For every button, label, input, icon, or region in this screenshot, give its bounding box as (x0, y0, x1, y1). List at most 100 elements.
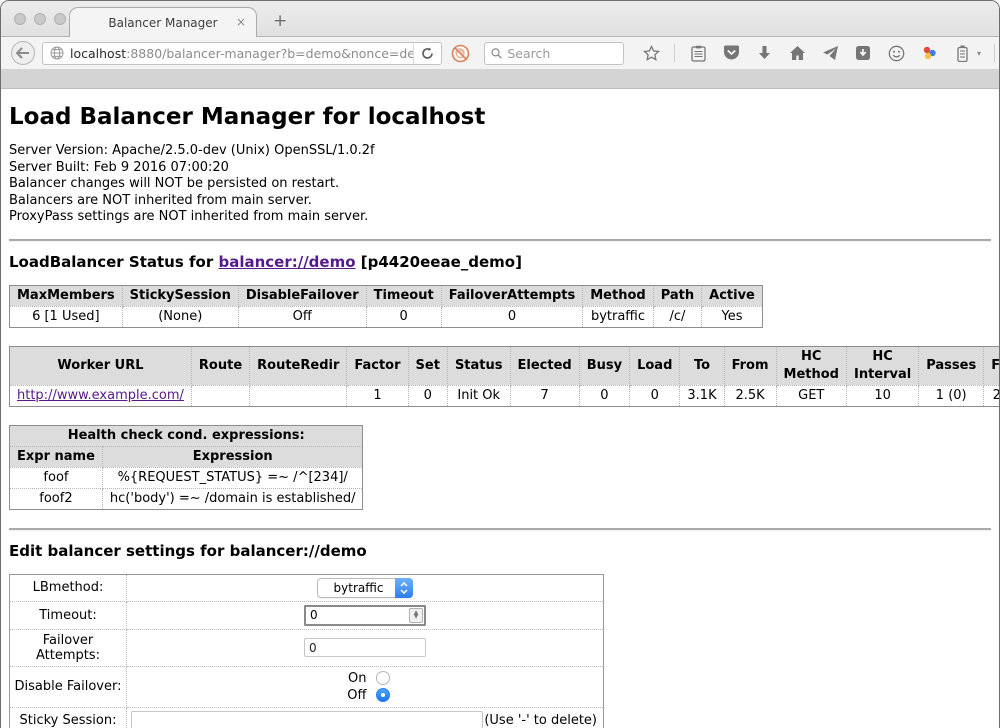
download-arrow-icon[interactable] (754, 43, 774, 63)
pocket-icon[interactable] (721, 43, 741, 63)
new-tab-button[interactable]: + (273, 13, 287, 30)
sticky-session-input[interactable] (131, 711, 483, 728)
col-elected: Elected (510, 346, 579, 385)
feedback-smiley-icon[interactable] (886, 43, 906, 63)
toolbar-divider (674, 44, 675, 62)
col-expr-name: Expr name (10, 446, 103, 467)
sticky-session-label: Sticky Session: (10, 707, 127, 728)
col-maxmembers: MaxMembers (10, 285, 123, 306)
cell-method: bytraffic (583, 306, 653, 327)
select-stepper-icon (395, 578, 413, 598)
page-content: Load Balancer Manager for localhost Serv… (1, 104, 999, 728)
battery-extension-icon[interactable] (952, 43, 972, 63)
reading-list-icon[interactable] (688, 43, 708, 63)
cell-fails: 2 (0) (984, 385, 1000, 406)
url-text: localhost:8880/balancer-manager?b=demo&n… (70, 46, 413, 61)
navigation-toolbar: localhost:8880/balancer-manager?b=demo&n… (1, 37, 999, 69)
disable-failover-label: Disable Failover: (10, 666, 127, 707)
cell-status: Init Ok (447, 385, 510, 406)
cell-factor: 1 (347, 385, 408, 406)
disable-failover-on-radio[interactable] (376, 671, 390, 685)
failover-attempts-input[interactable] (304, 638, 426, 657)
disable-failover-off-radio[interactable] (376, 688, 390, 702)
tab-title: Balancer Manager (108, 16, 217, 30)
form-row-failover-attempts: Failover Attempts: (10, 629, 604, 666)
col-load: Load (630, 346, 680, 385)
cell-busy: 0 (579, 385, 629, 406)
timeout-label: Timeout: (10, 601, 127, 629)
col-factor: Factor (347, 346, 408, 385)
col-fails: Fails (984, 346, 1000, 385)
table-header-row: Worker URL Route RouteRedir Factor Set S… (10, 346, 1000, 385)
back-button[interactable] (11, 41, 35, 65)
download-box-icon[interactable] (853, 43, 873, 63)
search-bar[interactable] (484, 42, 624, 65)
bookmark-star-icon[interactable] (641, 43, 661, 63)
url-path: :8880/balancer-manager?b=demo&nonce=decc… (126, 46, 413, 61)
send-icon[interactable] (820, 43, 840, 63)
cell-path: /c/ (653, 306, 701, 327)
col-route: Route (191, 346, 249, 385)
col-path: Path (653, 285, 701, 306)
tab-balancer-manager[interactable]: Balancer Manager × (69, 7, 257, 37)
cell-failoverattempts: 0 (441, 306, 583, 327)
table-row: foof2 hc('body') =~ /domain is establish… (10, 488, 363, 509)
col-disablefailover: DisableFailover (238, 285, 366, 306)
reload-button[interactable] (413, 43, 441, 64)
cell-route (191, 385, 249, 406)
col-expression: Expression (102, 446, 363, 467)
health-table-title: Health check cond. expressions: (10, 425, 363, 446)
colorful-extension-icon[interactable] (919, 43, 939, 63)
col-hc-method: HC Method (776, 346, 846, 385)
col-timeout: Timeout (366, 285, 441, 306)
browser-window: Balancer Manager × + localhost:8880/bala… (0, 0, 1000, 728)
server-built-line: Server Built: Feb 9 2016 07:00:20 (9, 160, 991, 177)
status-heading-suffix: [p4420eeae_demo] (356, 253, 522, 271)
radio-on-label: On (341, 671, 367, 686)
cell-hc-method: GET (776, 385, 846, 406)
lbmethod-select[interactable]: bytraffic (317, 578, 414, 598)
col-routeredir: RouteRedir (250, 346, 347, 385)
cell-passes: 1 (0) (919, 385, 984, 406)
toolbar-icon-row: ▾ (641, 43, 1000, 63)
url-bar[interactable]: localhost:8880/balancer-manager?b=demo&n… (42, 42, 442, 65)
col-active: Active (702, 285, 763, 306)
col-hc-interval: HC Interval (846, 346, 918, 385)
cell-disablefailover: Off (238, 306, 366, 327)
back-arrow-icon (16, 47, 30, 59)
window-zoom-button[interactable] (54, 13, 66, 25)
worker-table: Worker URL Route RouteRedir Factor Set S… (9, 346, 1000, 407)
col-to: To (680, 346, 724, 385)
chevron-down-icon[interactable]: ▾ (977, 49, 981, 58)
cell-set: 0 (408, 385, 447, 406)
loadbalancer-status-heading: LoadBalancer Status for balancer://demo … (9, 253, 991, 271)
bookmarks-toolbar (1, 69, 999, 89)
edit-balancer-form: LBmethod: bytraffic Timeout: (9, 574, 604, 728)
balancer-demo-link[interactable]: balancer://demo (218, 253, 355, 271)
edit-settings-heading: Edit balancer settings for balancer://de… (9, 542, 991, 560)
tab-close-icon[interactable]: × (236, 15, 246, 29)
number-spinner-icon[interactable]: ▲▼ (409, 608, 423, 623)
lbmethod-selected-value: bytraffic (318, 581, 396, 595)
status-heading-prefix: LoadBalancer Status for (9, 253, 218, 271)
lbmethod-label: LBmethod: (10, 574, 127, 601)
form-row-timeout: Timeout: ▲▼ (10, 601, 604, 629)
content-blocked-icon[interactable] (449, 42, 471, 64)
form-row-disable-failover: Disable Failover: On Off (10, 666, 604, 707)
timeout-input[interactable] (304, 605, 426, 626)
cell-hc-interval: 10 (846, 385, 918, 406)
window-minimize-button[interactable] (34, 13, 46, 25)
window-close-button[interactable] (14, 13, 26, 25)
search-input[interactable] (507, 46, 617, 61)
home-icon[interactable] (787, 43, 807, 63)
radio-off-label: Off (341, 688, 367, 703)
table-row: 6 [1 Used] (None) Off 0 0 bytraffic /c/ … (10, 306, 763, 327)
worker-url-link[interactable]: http://www.example.com/ (17, 388, 184, 403)
cell-expr-name: foof (10, 467, 103, 488)
cell-to: 3.1K (680, 385, 724, 406)
window-controls[interactable] (14, 13, 66, 25)
cell-routeredir (250, 385, 347, 406)
server-version-line: Server Version: Apache/2.5.0-dev (Unix) … (9, 143, 991, 160)
table-header-row: MaxMembers StickySession DisableFailover… (10, 285, 763, 306)
form-row-sticky-session: Sticky Session: (Use '-' to delete) (10, 707, 604, 728)
